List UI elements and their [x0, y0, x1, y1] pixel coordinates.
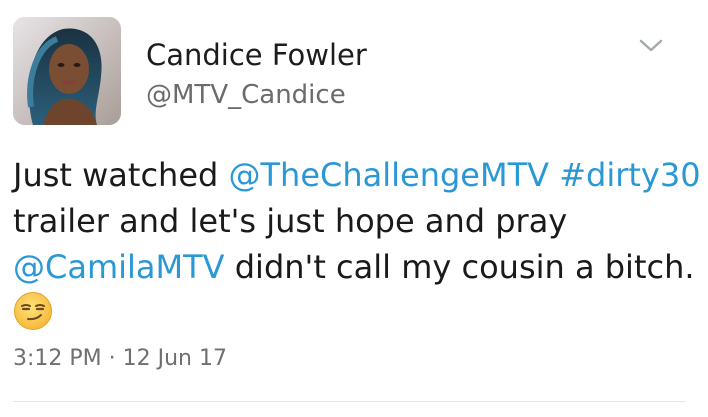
smirking-face-emoji-icon — [13, 291, 53, 331]
tweet-text-segment: trailer and let's just hope and pray — [13, 202, 568, 240]
hashtag-link[interactable]: #dirty30 — [559, 156, 700, 194]
tweet-text-segment — [549, 156, 559, 194]
tweet-timestamp[interactable]: 3:12 PM · 12 Jun 17 — [13, 344, 227, 374]
chevron-down-icon[interactable] — [637, 36, 665, 56]
divider — [13, 401, 685, 402]
display-name[interactable]: Candice Fowler — [146, 37, 367, 73]
tweet-text: Just watched @TheChallengeMTV #dirty30 t… — [13, 152, 701, 290]
tweet-text-segment: didn't call my cousin a bitch. — [224, 248, 695, 286]
mention-link[interactable]: @TheChallengeMTV — [228, 156, 549, 194]
tweet-text-segment: Just watched — [13, 156, 229, 194]
tweet-line: @CamilaMTV didn't call my cousin a bitch… — [13, 244, 695, 290]
mention-link[interactable]: @CamilaMTV — [13, 248, 225, 286]
profile-photo-icon — [13, 17, 121, 125]
tweet-line: trailer and let's just hope and pray — [13, 198, 693, 244]
avatar[interactable] — [13, 17, 121, 125]
tweet-card: Candice Fowler @MTV_Candice Just watched… — [0, 0, 708, 417]
tweet-line: Just watched @TheChallengeMTV #dirty30 — [13, 152, 701, 198]
user-handle[interactable]: @MTV_Candice — [146, 79, 346, 111]
